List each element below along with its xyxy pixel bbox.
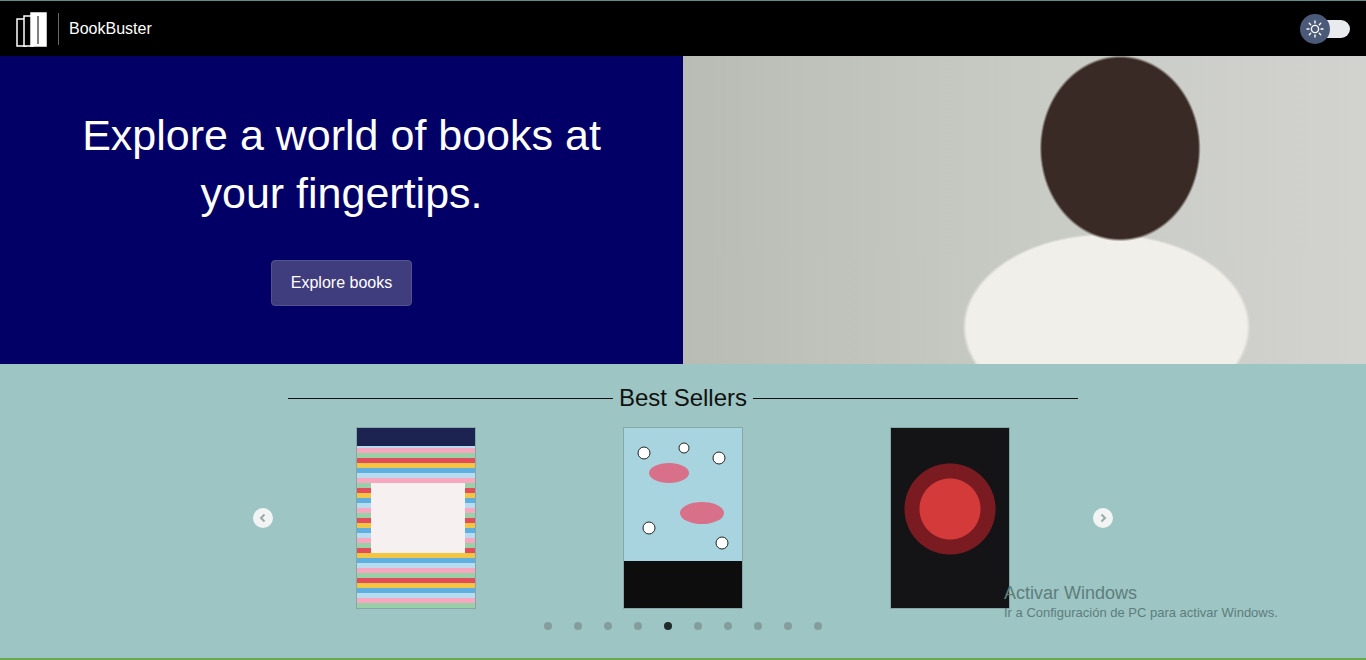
logo-icon[interactable]: [16, 10, 48, 48]
book-cover[interactable]: [891, 428, 1009, 608]
carousel-indicator[interactable]: [724, 622, 732, 630]
carousel-indicator[interactable]: [664, 622, 672, 630]
carousel-indicator[interactable]: [604, 622, 612, 630]
watermark-title: Activar Windows: [1004, 582, 1278, 604]
book-cover[interactable]: [357, 428, 475, 608]
brand-divider: [58, 13, 59, 45]
next-button[interactable]: [1093, 508, 1113, 528]
book-list: [357, 428, 1009, 608]
best-sellers: Best Sellers Activar Windows Ir a Config…: [0, 364, 1366, 660]
carousel-indicator[interactable]: [814, 622, 822, 630]
sun-icon: [1306, 20, 1324, 38]
chevron-right-icon: [1098, 513, 1108, 523]
bottom-bar: [0, 658, 1366, 660]
section-title: Best Sellers: [613, 382, 753, 414]
bird-art-icon: [624, 428, 742, 562]
hero-panel: Explore a world of books at your fingert…: [0, 56, 683, 364]
hero-photo: [683, 56, 1366, 364]
carousel-indicator[interactable]: [634, 622, 642, 630]
chevron-left-icon: [258, 513, 268, 523]
title-line: [288, 398, 613, 399]
carousel-indicator[interactable]: [574, 622, 582, 630]
carousel-indicator[interactable]: [694, 622, 702, 630]
carousel-indicator[interactable]: [544, 622, 552, 630]
explore-button[interactable]: Explore books: [271, 260, 412, 306]
carousel-indicator[interactable]: [784, 622, 792, 630]
carousel: [253, 428, 1113, 608]
carousel-indicators: [0, 622, 1366, 630]
book-cover[interactable]: [624, 428, 742, 608]
watermark-subtitle: Ir a Configuración de PC para activar Wi…: [1004, 604, 1278, 622]
hero-heading: Explore a world of books at your fingert…: [40, 106, 643, 222]
previous-button[interactable]: [253, 508, 273, 528]
title-line: [753, 398, 1078, 399]
theme-toggle[interactable]: [1300, 14, 1350, 44]
section-title-row: Best Sellers: [288, 382, 1078, 414]
toggle-knob: [1300, 14, 1330, 44]
hero: Explore a world of books at your fingert…: [0, 56, 1366, 364]
carousel-indicator[interactable]: [754, 622, 762, 630]
brand-name[interactable]: BookBuster: [69, 17, 152, 41]
navbar: BookBuster: [0, 0, 1366, 56]
windows-watermark: Activar Windows Ir a Configuración de PC…: [1004, 582, 1278, 622]
